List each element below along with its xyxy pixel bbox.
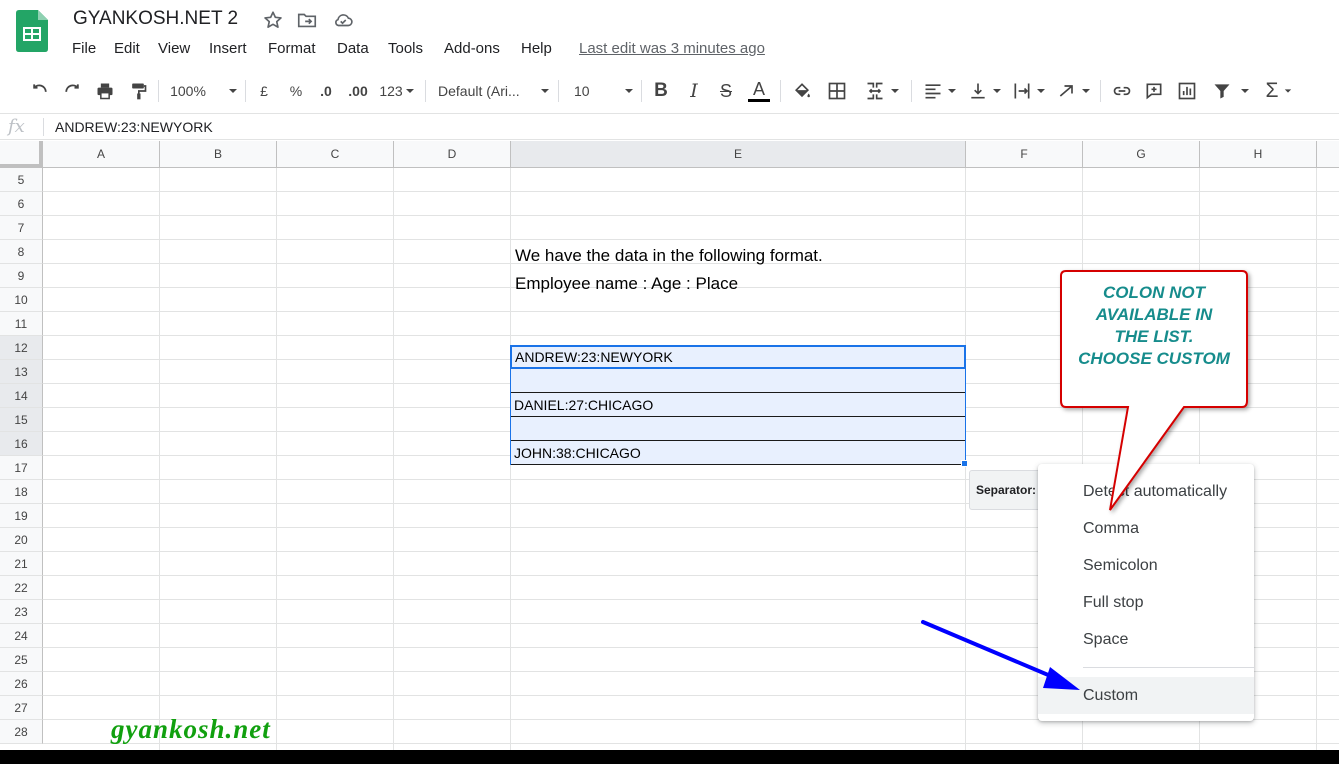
google-sheets-window: GYANKOSH.NET 2 File Edit View Insert For… — [0, 0, 1339, 764]
bottom-bar — [0, 750, 1339, 764]
blue-arrow-annotation — [921, 620, 1080, 690]
watermark-logo: gyankosh.net — [111, 714, 271, 744]
